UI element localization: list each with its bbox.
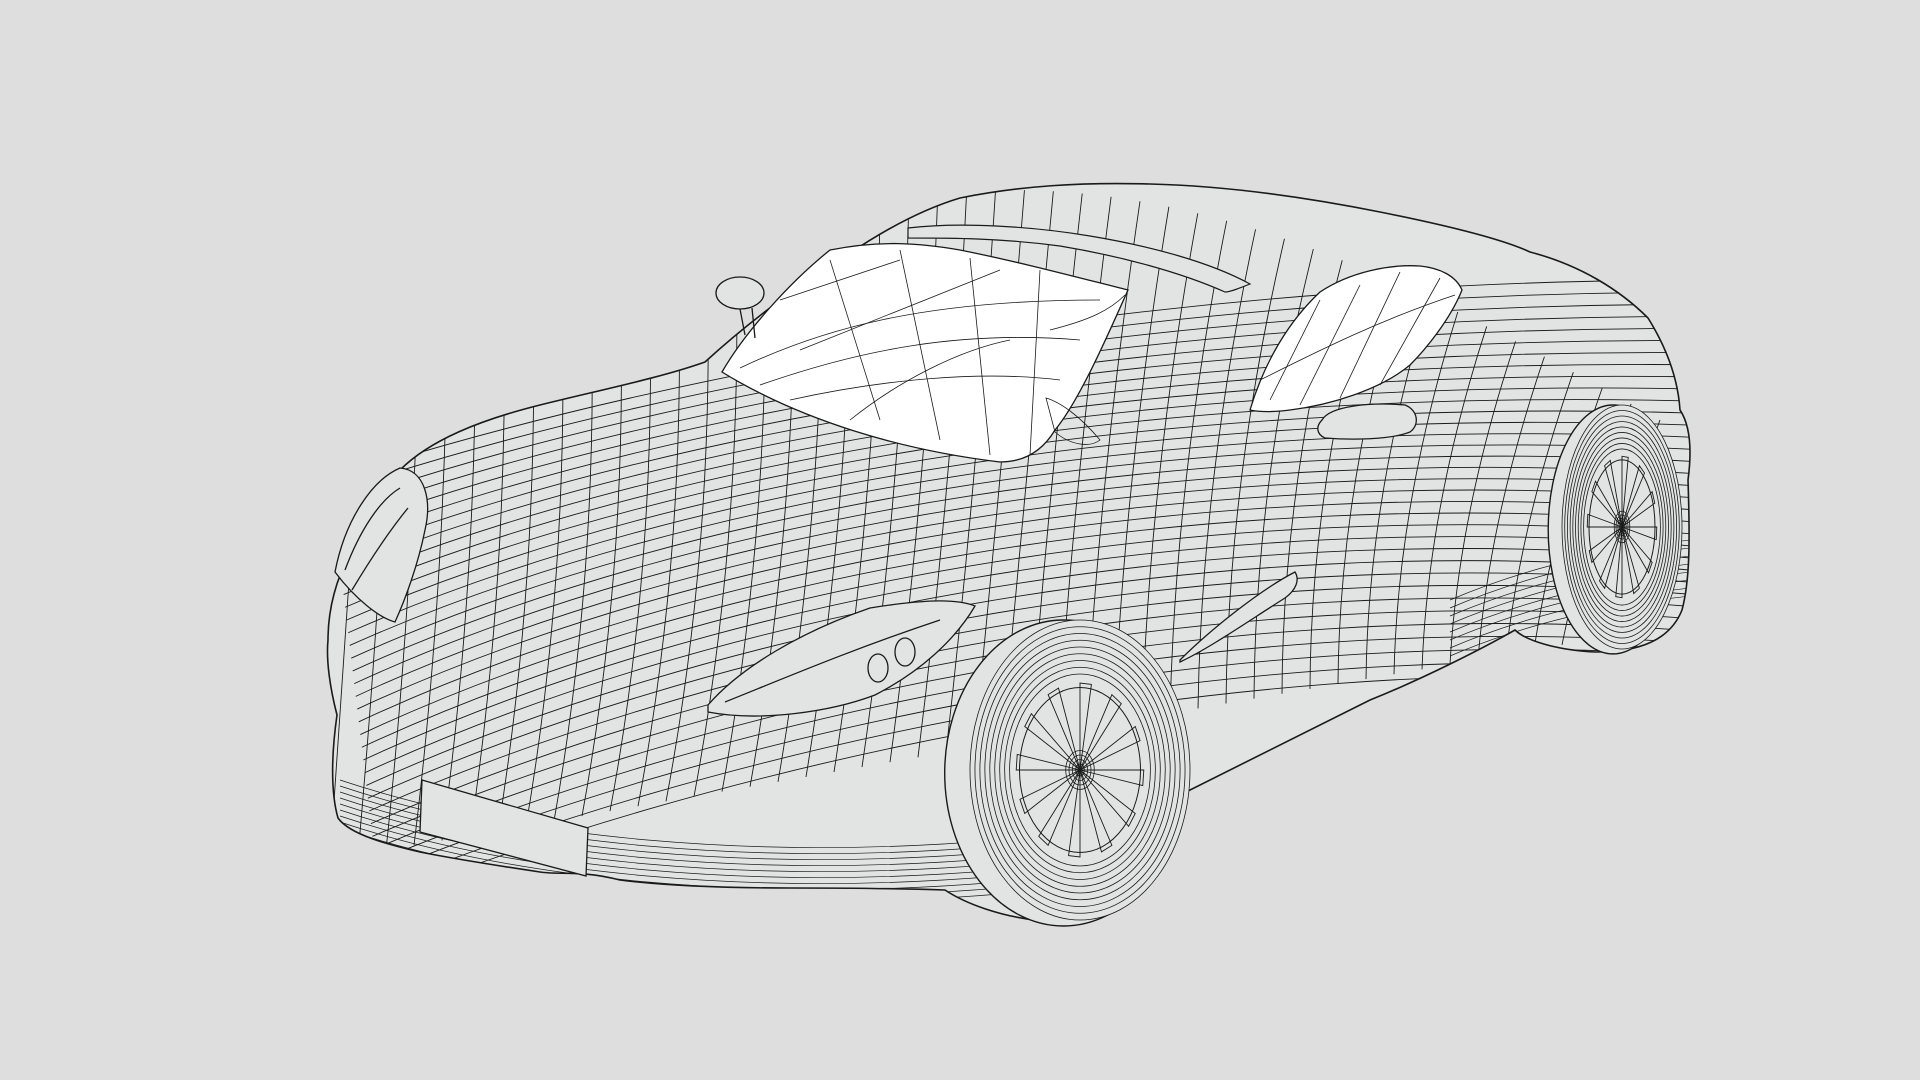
rear-wheel xyxy=(1547,404,1683,655)
car-wireframe-model[interactable] xyxy=(0,0,1920,1080)
3d-viewport[interactable] xyxy=(0,0,1920,1080)
front-wheel xyxy=(944,619,1191,927)
